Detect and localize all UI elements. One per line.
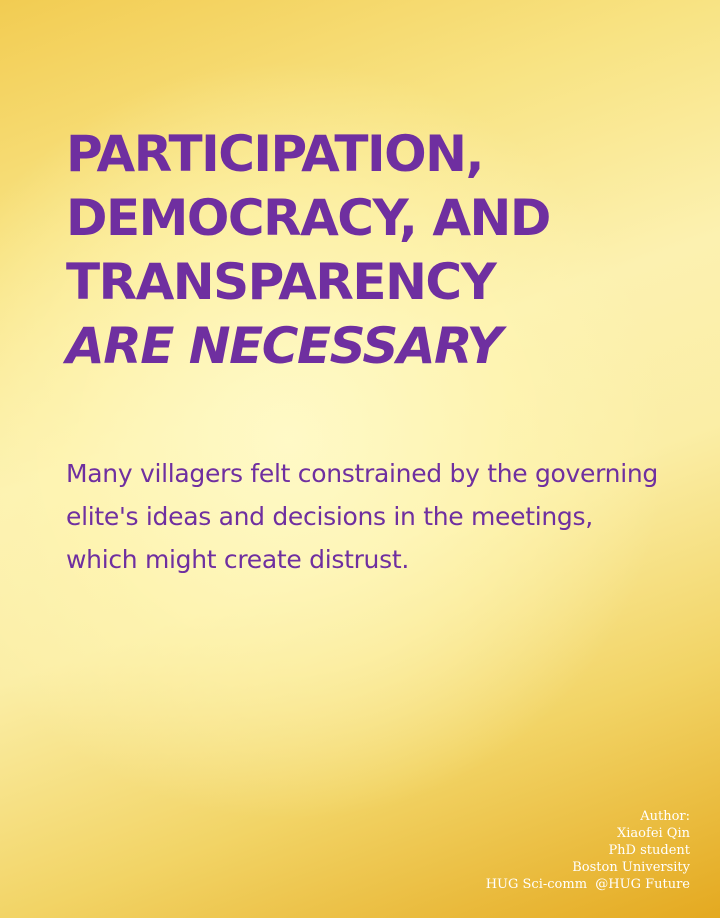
author-role: PhD student <box>608 843 690 858</box>
author-credits: Author: Xiaofei Qin PhD student Boston U… <box>486 808 690 893</box>
headline-line-1: PARTICIPATION, <box>66 125 484 183</box>
author-institution: Boston University <box>572 860 690 875</box>
author-label: Author: <box>640 809 690 824</box>
headline: PARTICIPATION, DEMOCRACY, AND TRANSPAREN… <box>66 122 666 378</box>
headline-line-4: ARE NECESSARY <box>66 317 503 375</box>
author-org: HUG Sci-comm @HUG Future <box>485 877 690 892</box>
body-text: Many villagers felt constrained by the g… <box>66 459 658 574</box>
author-name: Xiaofei Qin <box>617 826 690 841</box>
headline-line-2: DEMOCRACY, AND <box>66 189 551 247</box>
headline-line-3: TRANSPARENCY <box>66 253 497 311</box>
poster-page: PARTICIPATION, DEMOCRACY, AND TRANSPAREN… <box>0 0 720 918</box>
